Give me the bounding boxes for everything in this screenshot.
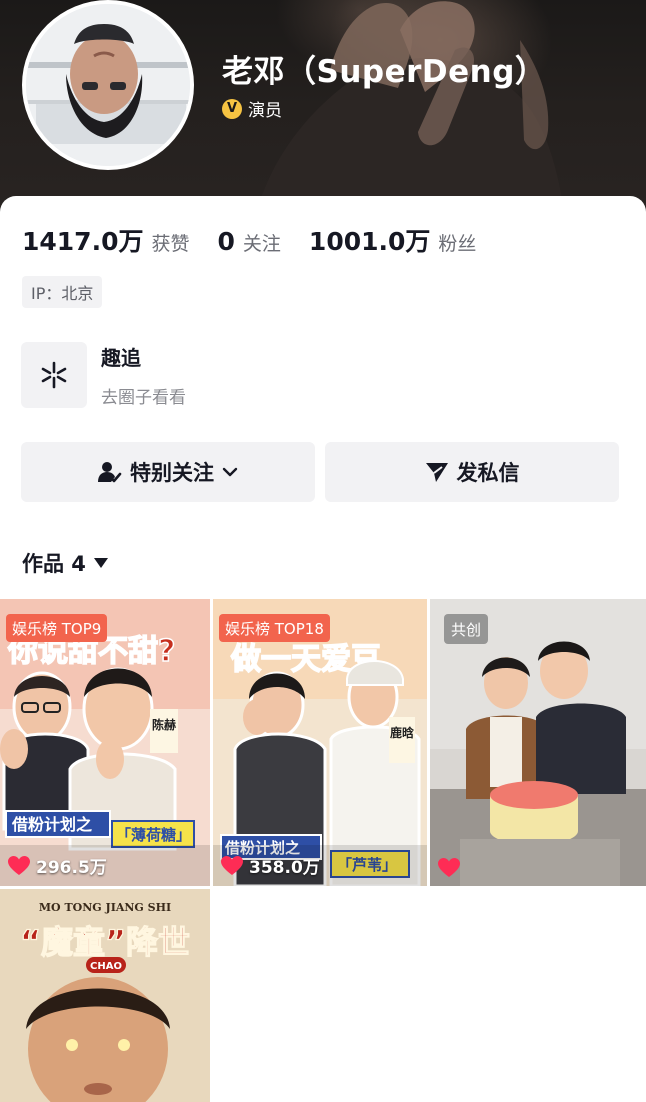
stat-following-value: 0 bbox=[217, 227, 235, 256]
co-creation-badge: 共创 bbox=[444, 614, 489, 644]
thumb-top-text: MO TONG JIANG SHI bbox=[39, 901, 171, 914]
circle-subtitle: 去圈子看看 bbox=[101, 388, 186, 408]
stats-row: 1417.0万 获赞 0 关注 1001.0万 粉丝 bbox=[22, 222, 504, 258]
video-thumbnail: 做一天爱豆 鹿晗 借粉计划之 「芦苇」 bbox=[213, 599, 427, 886]
stat-followers-value: 1001.0万 bbox=[308, 227, 431, 256]
rank-badge: 娱乐榜 TOP9 bbox=[6, 614, 108, 642]
stat-likes-value: 1417.0万 bbox=[22, 227, 144, 256]
tab-works[interactable]: 作品 4 bbox=[22, 548, 108, 578]
asterisk-icon bbox=[21, 342, 87, 408]
send-message-label: 发私信 bbox=[456, 461, 520, 485]
video-tile-4[interactable]: MO TONG JIANG SHI “魔童”降世 CHAO bbox=[0, 889, 210, 1102]
heart-icon bbox=[8, 855, 30, 875]
caret-down-icon bbox=[93, 558, 108, 568]
verified-icon: V bbox=[222, 98, 242, 119]
verified-label: 演员 bbox=[248, 101, 282, 121]
thumb-subcaption: 「薄荷糖」 bbox=[116, 826, 191, 844]
stat-following[interactable]: 0 关注 bbox=[218, 227, 281, 256]
thumb-name: 陈赫 bbox=[152, 717, 176, 732]
stat-likes[interactable]: 1417.0万 获赞 bbox=[22, 222, 190, 258]
user-check-icon bbox=[98, 462, 122, 483]
chevron-down-icon bbox=[222, 467, 238, 477]
send-icon bbox=[425, 463, 448, 482]
like-count-value: 358.0万 bbox=[249, 858, 320, 878]
thumb-title: “魔童”降世 bbox=[20, 923, 190, 961]
video-thumbnail: 你说甜不甜? 陈赫 借粉计划之 「薄荷糖」 bbox=[0, 599, 210, 886]
heart-icon bbox=[221, 855, 243, 875]
tab-works-label: 作品 4 bbox=[22, 552, 86, 576]
like-count-value: 296.5万 bbox=[36, 858, 107, 878]
circle-entry[interactable]: 趣追 去圈子看看 bbox=[21, 342, 186, 408]
avatar-photo bbox=[26, 4, 190, 166]
like-count bbox=[438, 858, 466, 878]
ip-location-tag: IP：北京 bbox=[22, 276, 103, 308]
circle-title: 趣追 bbox=[101, 346, 141, 370]
special-follow-label: 特别关注 bbox=[130, 461, 214, 485]
like-count: 358.0万 bbox=[221, 853, 320, 878]
video-tile-3[interactable]: 共创 bbox=[430, 599, 646, 886]
video-tile-2[interactable]: 做一天爱豆 鹿晗 借粉计划之 「芦苇」 娱乐榜 TOP18 358.0万 bbox=[213, 599, 427, 886]
video-tile-1[interactable]: 你说甜不甜? 陈赫 借粉计划之 「薄荷糖」 娱乐榜 TOP9 296.5万 bbox=[0, 599, 210, 886]
stat-likes-label: 获赞 bbox=[151, 233, 190, 255]
stat-followers[interactable]: 1001.0万 粉丝 bbox=[309, 222, 477, 258]
heart-icon bbox=[438, 858, 460, 877]
video-thumbnail: MO TONG JIANG SHI “魔童”降世 CHAO bbox=[0, 889, 210, 1102]
stat-followers-label: 粉丝 bbox=[438, 233, 477, 255]
special-follow-button[interactable]: 特别关注 bbox=[21, 442, 315, 502]
like-count: 296.5万 bbox=[8, 853, 107, 878]
profile-nickname: 老邓（SuperDeng） bbox=[222, 54, 547, 90]
verified-badge: V 演员 bbox=[222, 96, 282, 121]
thumb-caption: 借粉计划之 bbox=[11, 815, 92, 834]
avatar[interactable] bbox=[22, 0, 194, 170]
send-message-button[interactable]: 发私信 bbox=[325, 442, 619, 502]
thumb-tag: CHAO bbox=[90, 961, 122, 972]
rank-badge: 娱乐榜 TOP18 bbox=[219, 614, 330, 642]
thumb-name: 鹿晗 bbox=[390, 725, 414, 740]
stat-following-label: 关注 bbox=[242, 233, 281, 255]
